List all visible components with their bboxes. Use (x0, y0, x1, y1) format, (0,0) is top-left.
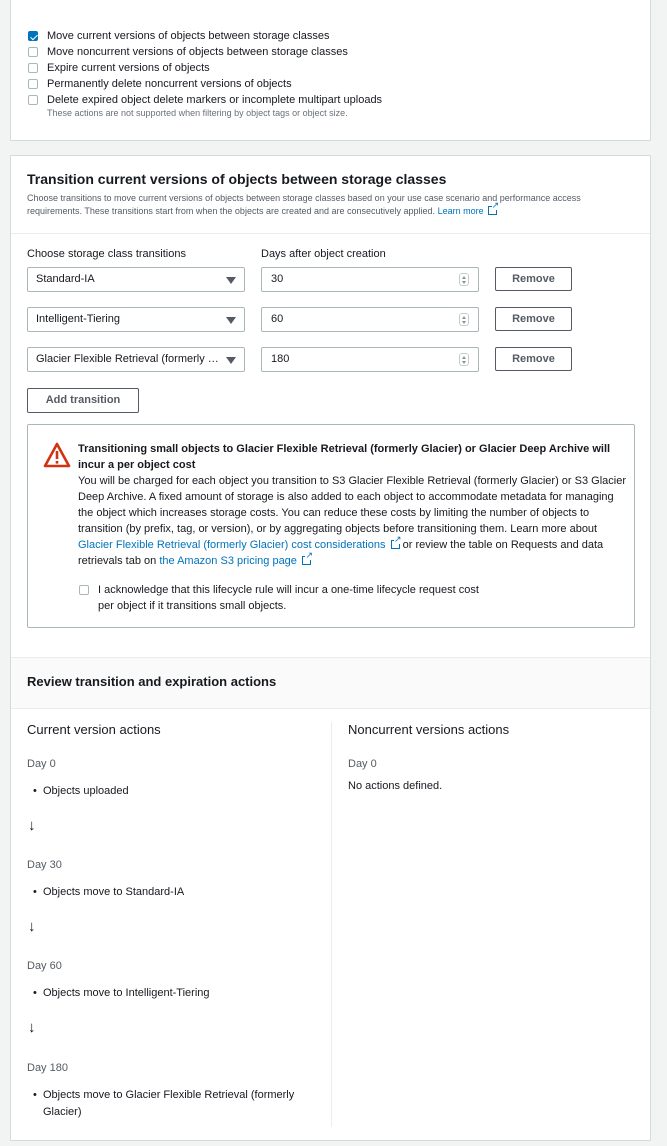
actions-note: These actions are not supported when fil… (47, 108, 348, 118)
stepper-icon[interactable] (459, 313, 469, 326)
s3-pricing-link[interactable]: the Amazon S3 pricing page (159, 551, 313, 567)
action-option-label: Move current versions of objects between… (47, 30, 330, 42)
action-option-expire-current[interactable]: Expire current versions of objects (28, 61, 210, 75)
action-option-delete-noncurrent[interactable]: Permanently delete noncurrent versions o… (28, 77, 292, 91)
action-option-label: Expire current versions of objects (47, 62, 210, 74)
acknowledge-checkbox[interactable] (79, 585, 89, 595)
storage-class-select[interactable]: Intelligent-Tiering (27, 307, 245, 332)
external-link-icon (488, 201, 500, 215)
step-action: • Objects move to Standard-IA (33, 886, 185, 898)
add-transition-button[interactable]: Add transition (27, 388, 139, 413)
warning-icon (43, 442, 71, 468)
days-input[interactable]: 30 (261, 267, 479, 292)
stepper-icon[interactable] (459, 353, 469, 366)
action-option-delete-markers[interactable]: Delete expired object delete markers or … (28, 93, 382, 107)
input-value: 30 (271, 273, 284, 285)
step-action-text: Objects move to Intelligent-Tiering (43, 987, 210, 999)
select-value: Glacier Flexible Retrieval (formerly Gla… (36, 353, 245, 365)
checkbox[interactable] (28, 31, 38, 41)
action-option-move-current[interactable]: Move current versions of objects between… (28, 29, 329, 43)
column-divider (331, 722, 332, 1127)
link-label: the Amazon S3 pricing page (159, 555, 297, 567)
checkbox[interactable] (28, 63, 38, 73)
learn-more-label: Learn more (437, 206, 484, 216)
step-action: • Objects move to Glacier Flexible Retrie… (33, 1089, 295, 1118)
select-value: Intelligent-Tiering (36, 313, 120, 325)
arrow-down-icon: ↓ (28, 918, 36, 935)
acknowledge-label: I acknowledge that this lifecycle rule w… (98, 584, 479, 612)
noncurrent-day: Day 0 (348, 758, 377, 770)
glacier-cost-link[interactable]: Glacier Flexible Retrieval (formerly Gla… (78, 535, 402, 551)
acknowledge-checkbox-row[interactable]: I acknowledge that this lifecycle rule w… (79, 582, 488, 614)
checkbox[interactable] (28, 95, 38, 105)
warning-text: You will be charged for each object you … (78, 475, 626, 535)
days-column-label: Days after object creation (261, 248, 386, 260)
checkbox[interactable] (28, 47, 38, 57)
action-option-label: Move noncurrent versions of objects betw… (47, 46, 348, 58)
caret-down-icon (226, 317, 236, 324)
step-day: Day 0 (27, 758, 56, 770)
storage-class-column-label: Choose storage class transitions (27, 248, 186, 260)
days-input[interactable]: 180 (261, 347, 479, 372)
section-description: Choose transitions to move current versi… (27, 192, 637, 218)
caret-down-icon (226, 357, 236, 364)
action-option-label: Delete expired object delete markers or … (47, 94, 383, 106)
step-day: Day 30 (27, 859, 62, 871)
warning-body: You will be charged for each object you … (78, 473, 626, 569)
select-value: Standard-IA (36, 273, 95, 285)
learn-more-link[interactable]: Learn more (437, 201, 500, 216)
divider (11, 233, 650, 234)
small-objects-warning: Transitioning small objects to Glacier F… (27, 424, 635, 628)
step-action-text: Objects move to Glacier Flexible Retriev… (43, 1089, 295, 1118)
step-action-text: Objects uploaded (43, 785, 129, 797)
action-option-label: Permanently delete noncurrent versions o… (47, 78, 292, 90)
transition-panel: Transition current versions of objects b… (10, 155, 651, 1141)
step-action-text: Objects move to Standard-IA (43, 886, 185, 898)
warning-title: Transitioning small objects to Glacier F… (78, 443, 611, 471)
arrow-down-icon: ↓ (28, 817, 36, 834)
stepper-icon[interactable] (459, 273, 469, 286)
noncurrent-empty-text: No actions defined. (348, 780, 443, 792)
days-input[interactable]: 60 (261, 307, 479, 332)
lifecycle-actions-panel: Move current versions of objects between… (10, 0, 651, 141)
checkbox[interactable] (28, 79, 38, 89)
remove-button[interactable]: Remove (495, 267, 572, 291)
arrow-down-icon: ↓ (28, 1019, 36, 1036)
step-action: • Objects move to Intelligent-Tiering (33, 987, 210, 999)
link-label: Glacier Flexible Retrieval (formerly Gla… (78, 539, 386, 551)
external-link-icon (301, 551, 313, 565)
remove-button[interactable]: Remove (495, 307, 572, 331)
input-value: 60 (271, 313, 284, 325)
step-day: Day 60 (27, 960, 62, 972)
section-title: Transition current versions of objects b… (27, 171, 447, 187)
input-value: 180 (271, 353, 290, 365)
current-version-heading: Current version actions (27, 722, 161, 737)
action-option-move-noncurrent[interactable]: Move noncurrent versions of objects betw… (28, 45, 348, 59)
caret-down-icon (226, 277, 236, 284)
step-day: Day 180 (27, 1062, 68, 1074)
remove-button[interactable]: Remove (495, 347, 572, 371)
storage-class-select[interactable]: Standard-IA (27, 267, 245, 292)
external-link-icon (390, 535, 402, 549)
review-title: Review transition and expiration actions (27, 674, 277, 689)
storage-class-select[interactable]: Glacier Flexible Retrieval (formerly Gla… (27, 347, 245, 372)
noncurrent-version-heading: Noncurrent versions actions (348, 722, 510, 737)
step-action: • Objects uploaded (33, 785, 129, 797)
